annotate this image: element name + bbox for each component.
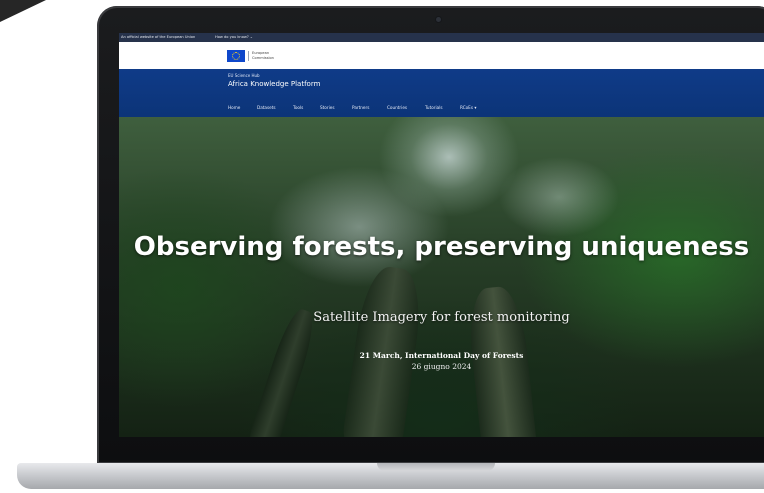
eu-official-bar: An official website of the European Unio… [119,33,764,42]
chevron-down-icon: ⌄ [249,35,253,39]
laptop-opening-notch [377,463,495,471]
chevron-down-icon: ▾ [474,105,477,110]
camera-icon [436,17,441,22]
tree-trunk [248,305,320,437]
hero-banner: Observing forests, preserving uniqueness… [119,117,764,437]
nav-item-tools[interactable]: Tools [293,104,303,112]
eu-flag-icon [227,50,245,62]
site-title[interactable]: Africa Knowledge Platform [228,80,320,88]
hero-title: Observing forests, preserving uniqueness [133,232,750,262]
nav-item-home[interactable]: Home [228,104,240,112]
site-header: EU Science Hub Africa Knowledge Platform… [119,69,764,117]
official-website-text: An official website of the European Unio… [121,35,196,39]
hero-date: 26 giugno 2024 [411,362,472,371]
nav-item-datasets[interactable]: Datasets [257,104,276,112]
hub-label[interactable]: EU Science Hub [228,73,260,78]
hero-subtitle: Satellite Imagery for forest monitoring [313,310,570,325]
commission-logo-bar: European Commission [119,42,764,69]
european-commission-logo[interactable]: European Commission [227,50,283,62]
hero-event-label: 21 March, International Day of Forests [359,351,524,360]
laptop-screen: An official website of the European Unio… [119,33,764,437]
nav-item-countries[interactable]: Countries [387,104,407,112]
tree-trunk [465,284,538,437]
european-commission-text: European Commission [252,51,274,60]
nav-item-stories[interactable]: Stories [320,104,335,112]
nav-item-rcoes[interactable]: RCoEs ▾ [460,104,476,112]
logo-divider [248,51,249,61]
nav-item-partners[interactable]: Partners [352,104,369,112]
corner-decoration [0,0,46,22]
how-do-you-know-link[interactable]: How do you know? ⌄ [215,33,253,42]
nav-item-tutorials[interactable]: Tutorials [425,104,443,112]
